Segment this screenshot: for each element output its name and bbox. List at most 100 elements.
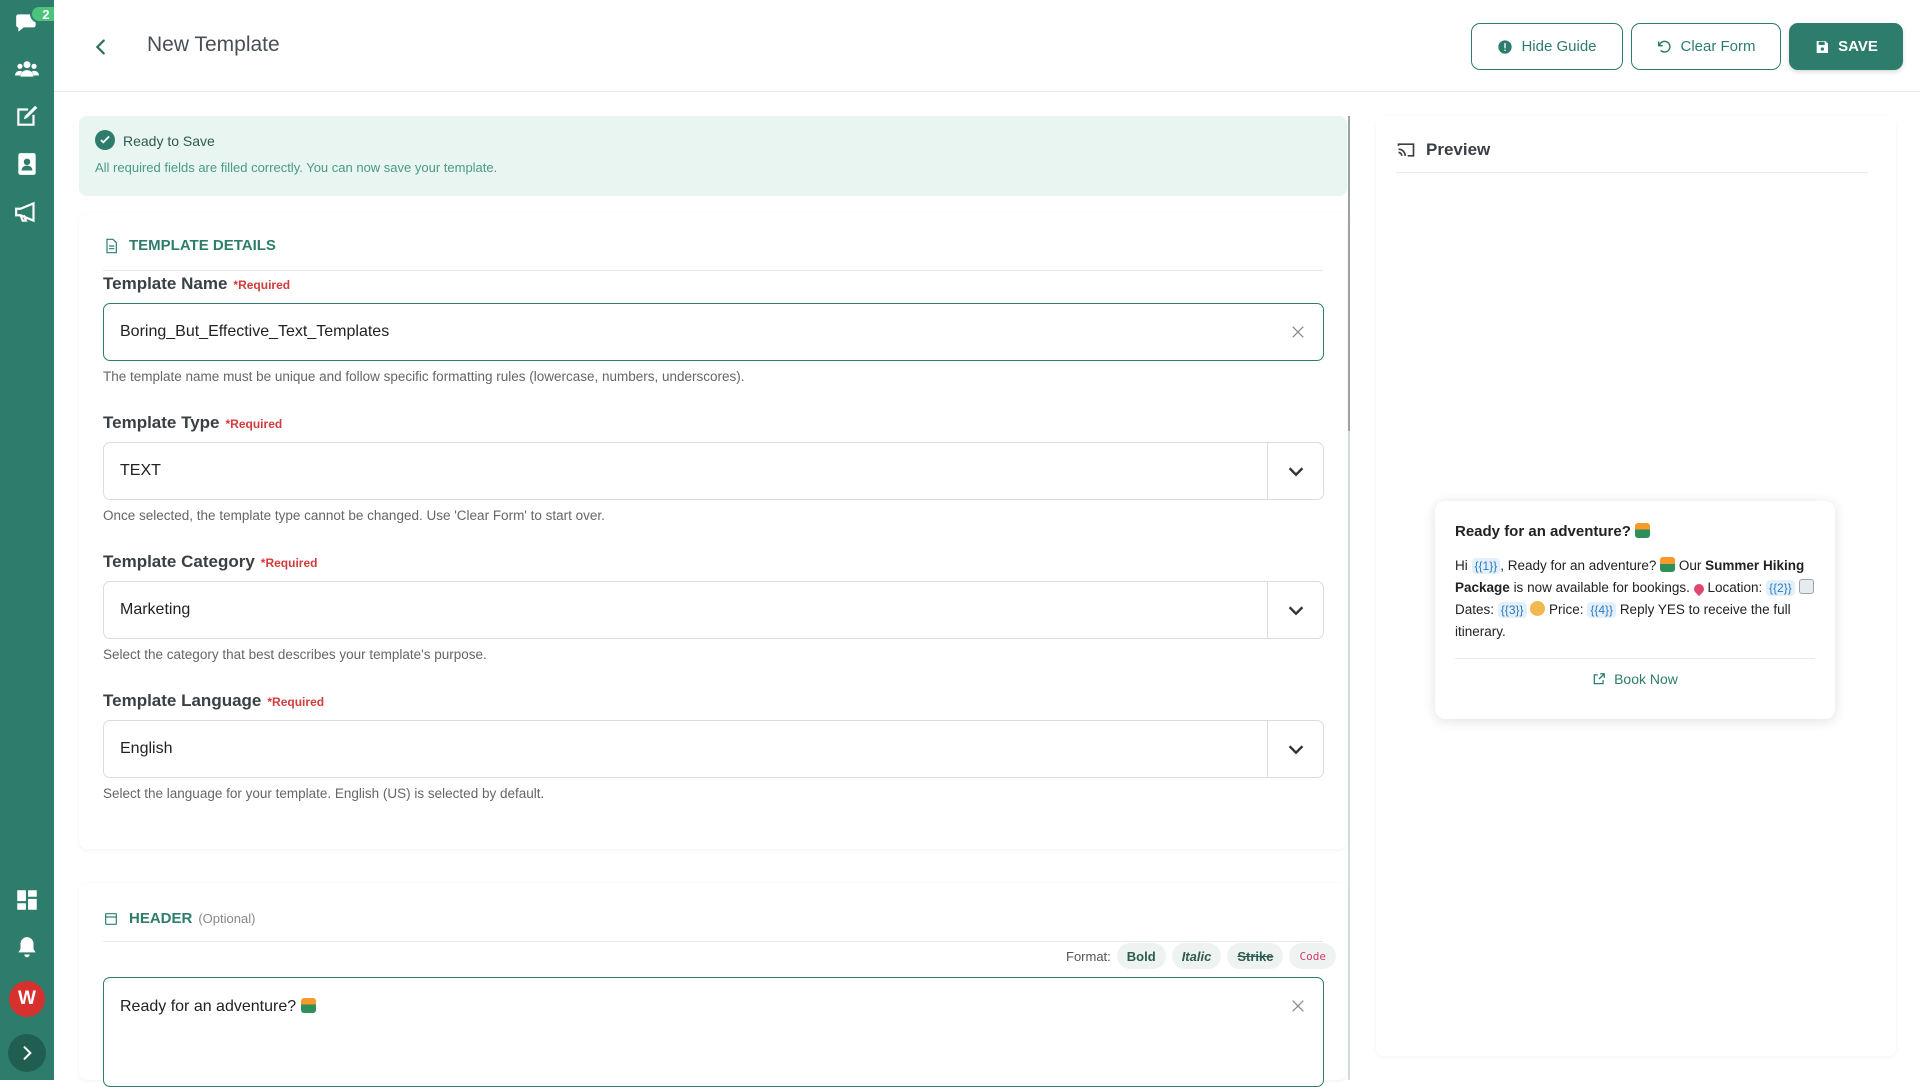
template-language-label-text: Template Language [103,691,262,710]
mountain-emoji-icon [300,998,316,1013]
divider [1455,658,1815,659]
variable-tag: {{1}} [1471,558,1501,574]
template-details-heading: TEMPLATE DETAILS [103,237,276,254]
top-bar: New Template Hide Guide Clear Form SAVE [54,0,1920,92]
body-price-label: Price: [1549,602,1584,617]
scrollbar[interactable] [1348,116,1350,1080]
header-optional: (Optional) [198,911,256,926]
divider [103,270,1323,271]
divider [103,941,1323,942]
template-category-help: Select the category that best describes … [103,647,487,662]
dashboard-icon[interactable] [12,885,42,915]
bold-button[interactable]: Bold [1116,943,1166,969]
expand-sidebar-button[interactable] [8,1034,46,1072]
clear-input-icon[interactable] [1287,995,1309,1017]
ready-message: All required fields are filled correctly… [95,160,498,175]
variable-tag: {{3}} [1497,602,1527,618]
save-label: SAVE [1838,38,1878,55]
bell-icon[interactable] [12,933,42,963]
template-name-value: Boring_But_Effective_Text_Templates [120,323,390,340]
chevron-down-icon[interactable] [1267,721,1323,777]
mountain-emoji-icon [1635,523,1651,538]
body-bold-1: Summer [1705,558,1760,573]
money-bag-emoji-icon [1530,601,1546,616]
chevron-down-icon[interactable] [1267,443,1323,499]
template-details-title: TEMPLATE DETAILS [129,237,276,254]
strike-button[interactable]: Strike [1227,943,1284,969]
calendar-emoji-icon [1798,579,1814,594]
edit-icon[interactable] [12,101,42,131]
clear-input-icon[interactable] [1287,321,1309,343]
cast-icon [1397,143,1415,157]
page-title: New Template [147,33,280,56]
template-category-value: Marketing [120,601,191,618]
ready-status-banner: Ready to Save All required fields are fi… [79,116,1347,196]
variable-tag: {{4}} [1587,602,1617,618]
preview-heading: Preview [1396,140,1490,160]
body-dates-label: Dates: [1455,602,1495,617]
italic-button[interactable]: Italic [1171,943,1222,969]
floppy-icon [1816,40,1829,53]
avatar[interactable]: W [9,981,45,1017]
body-part-1: , Ready for an adventure? [1500,558,1657,573]
clear-form-button[interactable]: Clear Form [1631,23,1781,70]
ready-title: Ready to Save [123,133,215,149]
chevron-right-icon [23,1046,32,1060]
header-layout-icon [105,912,117,925]
template-name-help: The template name must be unique and fol… [103,369,745,384]
save-button[interactable]: SAVE [1789,23,1903,70]
back-button[interactable] [86,32,116,62]
hide-guide-button[interactable]: Hide Guide [1471,23,1623,70]
message-title: Ready for an adventure? [1455,523,1651,540]
header-text-input[interactable]: Ready for an adventure? [103,977,1324,1087]
hide-guide-label: Hide Guide [1521,38,1597,55]
body-reply: Reply [1619,602,1655,617]
megaphone-icon[interactable] [12,197,42,227]
message-body: Hi {{1}}, Ready for an adventure? Our Su… [1455,555,1815,643]
external-link-icon [1593,673,1605,685]
divider [1396,172,1868,173]
template-language-value: English [120,740,173,757]
template-category-label: Template Category *Required [103,552,317,572]
header-text-value: Ready for an adventure? [120,998,297,1015]
template-name-label-text: Template Name [103,274,228,293]
variable-tag: {{2}} [1766,580,1795,596]
template-type-select[interactable]: TEXT [103,442,1324,500]
header-title: HEADER [129,910,193,927]
required-marker: *Required [260,556,318,570]
template-category-select[interactable]: Marketing [103,581,1324,639]
scrollbar-thumb[interactable] [1348,116,1350,431]
chevron-down-icon[interactable] [1267,582,1323,638]
users-icon[interactable] [12,54,42,84]
required-marker: *Required [225,417,283,431]
body-part-2: is now available for bookings. [1513,580,1690,595]
template-name-input[interactable]: Boring_But_Effective_Text_Templates [103,303,1324,361]
header-heading: HEADER (Optional) [103,910,255,927]
clear-form-label: Clear Form [1680,38,1756,55]
format-label: Format: [1066,948,1111,964]
info-icon [1498,39,1513,54]
pin-emoji-icon [1691,581,1706,597]
template-language-label: Template Language *Required [103,691,324,711]
book-now-button[interactable]: Book Now [1435,671,1835,687]
contact-icon[interactable] [12,149,42,179]
template-language-select[interactable]: English [103,720,1324,778]
template-type-label: Template Type *Required [103,413,282,433]
template-type-help: Once selected, the template type cannot … [103,508,605,523]
format-toolbar: Format: Bold Italic Strike Code [1066,943,1336,969]
template-type-label-text: Template Type [103,413,220,432]
required-marker: *Required [233,278,291,292]
template-type-value: TEXT [120,462,161,479]
preview-title: Preview [1426,140,1491,159]
body-hi: Hi [1455,558,1468,573]
mountain-emoji-icon [1660,557,1676,572]
message-title-text: Ready for an adventure? [1455,523,1631,540]
check-circle-icon [95,130,115,150]
chevron-left-icon [95,39,105,55]
undo-icon [1658,40,1672,53]
message-preview-card: Ready for an adventure? Hi {{1}}, Ready … [1435,501,1835,719]
sidebar: 2 W [0,0,62,1080]
template-language-help: Select the language for your template. E… [103,786,545,801]
code-button[interactable]: Code [1289,943,1336,969]
required-marker: *Required [267,695,325,709]
